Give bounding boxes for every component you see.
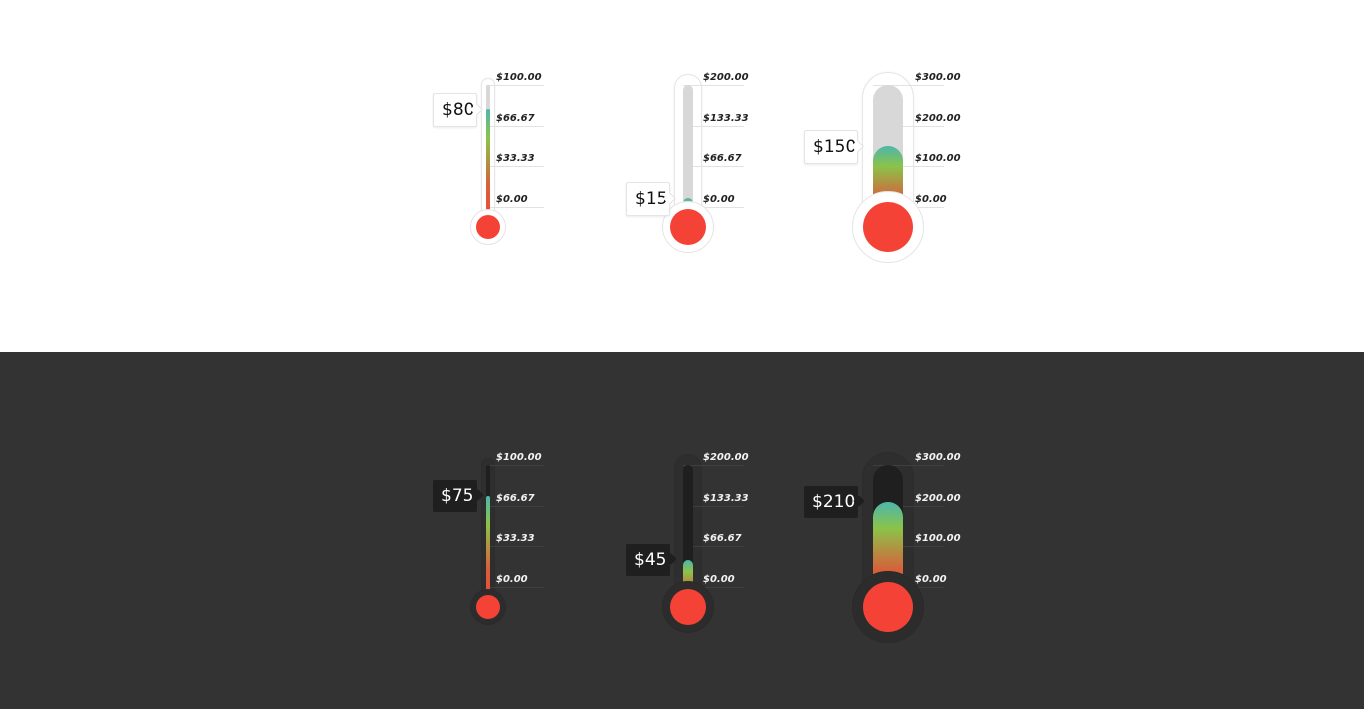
tick-line (486, 126, 544, 127)
value-badge: $75 (433, 480, 477, 512)
tick-label-max: $200.00 (703, 72, 749, 83)
value-badge: $80 (433, 93, 477, 127)
tick-line (486, 166, 544, 167)
thermometer-bulb (863, 582, 913, 632)
tick-label-two-thirds: $66.67 (496, 113, 535, 124)
tick-label-zero: $0.00 (915, 194, 947, 205)
tick-label-one-third: $66.67 (703, 153, 742, 164)
tick-label-one-third: $33.33 (496, 533, 535, 544)
thermometer-bulb (863, 202, 913, 252)
tick-label-two-thirds: $133.33 (703, 493, 749, 504)
light-thermometer-panel: $100.00 $66.67 $33.33 $0.00 $80 $200.00 … (0, 0, 1364, 352)
tick-line (486, 85, 544, 86)
thermometer-bulb (476, 215, 500, 239)
tick-label-zero: $0.00 (703, 574, 735, 585)
value-badge: $45 (626, 544, 670, 576)
tick-label-max: $100.00 (496, 72, 542, 83)
tick-label-max: $300.00 (915, 452, 961, 463)
thermometer-bulb (670, 209, 706, 245)
value-badge: $15 (626, 182, 670, 216)
dark-thermometer-panel: $100.00 $66.67 $33.33 $0.00 $75 $200.00 … (0, 352, 1364, 709)
tick-label-zero: $0.00 (703, 194, 735, 205)
tick-line (683, 85, 744, 86)
tick-label-two-thirds: $133.33 (703, 113, 749, 124)
tick-line (486, 587, 544, 588)
tick-label-two-thirds: $66.67 (496, 493, 535, 504)
tick-label-max: $200.00 (703, 452, 749, 463)
tick-label-one-third: $100.00 (915, 533, 961, 544)
thermometer-bulb (476, 595, 500, 619)
tick-label-max: $300.00 (915, 72, 961, 83)
thermometer-tube (486, 465, 490, 607)
tick-label-zero: $0.00 (915, 574, 947, 585)
thermometer-tube (486, 85, 490, 227)
tick-label-max: $100.00 (496, 452, 542, 463)
tick-line (486, 506, 544, 507)
tick-label-one-third: $33.33 (496, 153, 535, 164)
tick-label-two-thirds: $200.00 (915, 493, 961, 504)
value-badge: $150 (804, 130, 858, 164)
tick-label-one-third: $100.00 (915, 153, 961, 164)
tick-line (683, 465, 744, 466)
tick-label-one-third: $66.67 (703, 533, 742, 544)
tick-label-two-thirds: $200.00 (915, 113, 961, 124)
value-badge: $210 (804, 486, 858, 518)
tick-line (486, 207, 544, 208)
tick-label-zero: $0.00 (496, 574, 528, 585)
thermometer-bulb (670, 589, 706, 625)
tick-line (486, 465, 544, 466)
tick-label-zero: $0.00 (496, 194, 528, 205)
tick-line (486, 546, 544, 547)
